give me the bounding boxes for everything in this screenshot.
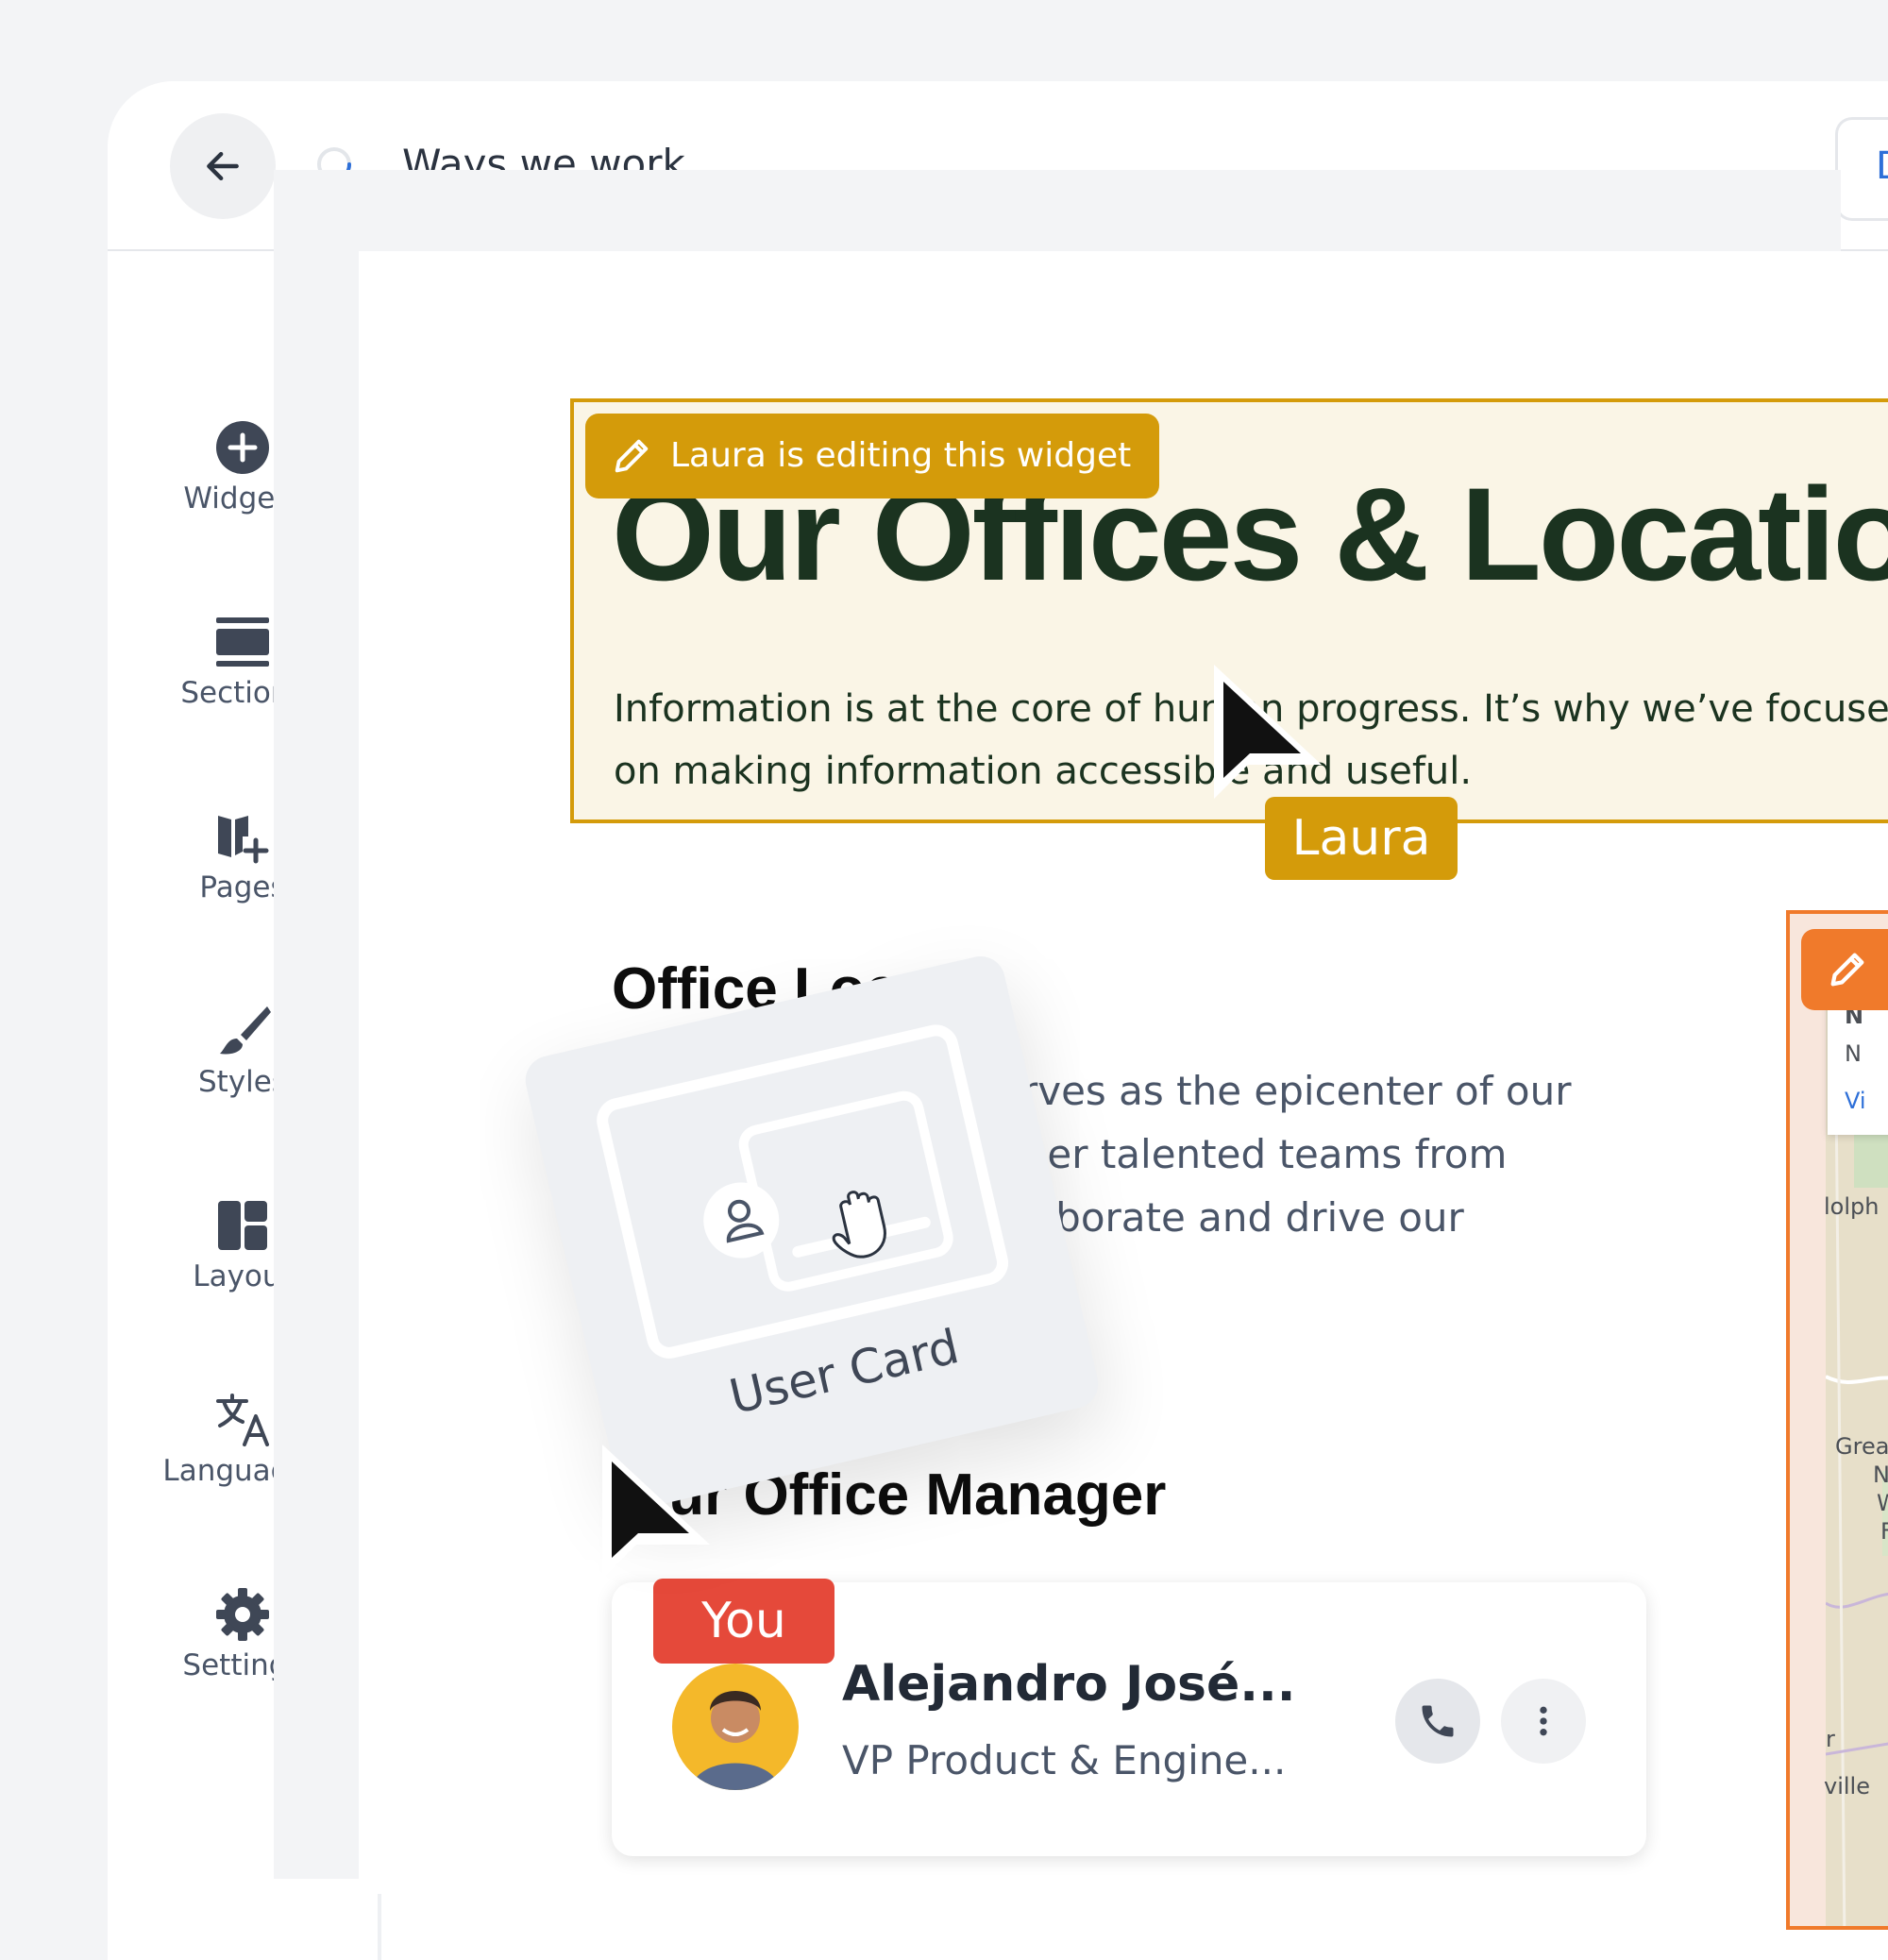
user-card-icon xyxy=(597,1024,1009,1359)
more-options-button[interactable] xyxy=(1501,1679,1586,1764)
plus-circle-icon xyxy=(216,421,269,474)
pencil-icon xyxy=(615,439,649,473)
pencil-icon xyxy=(1830,953,1864,987)
map-label: lolph xyxy=(1824,1193,1880,1220)
user-role: VP Product & Engine... xyxy=(842,1737,1287,1783)
translate-icon xyxy=(216,1394,269,1446)
map-label: N xyxy=(1873,1462,1888,1488)
pages-icon xyxy=(218,816,269,864)
gear-icon xyxy=(216,1588,269,1641)
arrow-left-icon xyxy=(207,151,239,181)
brush-icon xyxy=(220,1006,271,1055)
map-label: Grea xyxy=(1835,1433,1888,1460)
map-label: N xyxy=(1845,1040,1862,1067)
map-label: F xyxy=(1880,1518,1888,1545)
avatar-photo xyxy=(691,1691,780,1790)
sections-icon xyxy=(216,617,269,667)
laura-cursor-label: Laura xyxy=(1265,797,1458,880)
map-popup[interactable]: N N Vi xyxy=(1828,993,1888,1135)
your-cursor-icon xyxy=(602,1445,710,1579)
top-right-button-label: D xyxy=(1876,144,1888,188)
map-label: W xyxy=(1877,1490,1888,1516)
more-vertical-icon xyxy=(1540,1706,1547,1736)
editing-badge-label: Laura is editing this widget xyxy=(670,436,1132,475)
back-button[interactable] xyxy=(170,113,276,219)
phone-icon xyxy=(1422,1705,1454,1737)
editing-badge: Laura is editing this widget xyxy=(585,414,1160,498)
phone-button[interactable] xyxy=(1395,1679,1480,1764)
map-label: r xyxy=(1826,1726,1835,1752)
map-edit-button[interactable] xyxy=(1801,929,1888,1010)
map-link[interactable]: Vi xyxy=(1845,1088,1866,1114)
avatar[interactable] xyxy=(672,1664,799,1790)
user-name: Alejandro José... xyxy=(842,1656,1296,1713)
layout-icon xyxy=(218,1201,267,1250)
top-right-button[interactable]: D xyxy=(1835,117,1888,221)
map-label: ville xyxy=(1824,1773,1870,1799)
map-widget[interactable]: N N Vi lolph Grea N W F r ville xyxy=(1786,910,1888,1930)
